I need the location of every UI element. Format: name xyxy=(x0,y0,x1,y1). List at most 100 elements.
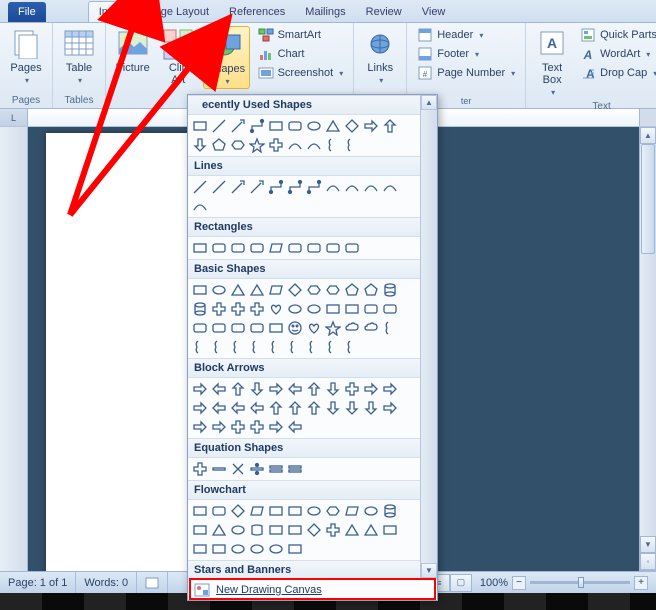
zoom-in-button[interactable]: + xyxy=(634,576,648,590)
shape-arrowR[interactable] xyxy=(381,399,399,417)
shape-oval[interactable] xyxy=(210,281,228,299)
shape-eq[interactable] xyxy=(267,460,285,478)
tab-references[interactable]: References xyxy=(219,2,295,22)
prev-page-button[interactable]: ◦ xyxy=(640,553,656,570)
shape-rect[interactable] xyxy=(210,540,228,558)
tab-mailings[interactable]: Mailings xyxy=(295,2,355,22)
shape-rect[interactable] xyxy=(381,521,399,539)
shape-arrowL[interactable] xyxy=(248,399,266,417)
shape-curve[interactable] xyxy=(343,178,361,196)
scroll-thumb[interactable] xyxy=(641,144,655,254)
shape-brace[interactable] xyxy=(305,338,323,356)
shape-arrowR[interactable] xyxy=(267,380,285,398)
shape-rect[interactable] xyxy=(267,319,285,337)
shape-rect[interactable] xyxy=(191,281,209,299)
tab-review[interactable]: Review xyxy=(356,2,412,22)
shape-curve[interactable] xyxy=(286,136,304,154)
shape-arrowD[interactable] xyxy=(324,399,342,417)
shape-line[interactable] xyxy=(191,178,209,196)
shape-hex[interactable] xyxy=(305,281,323,299)
shape-arrowR[interactable] xyxy=(191,399,209,417)
view-draft[interactable]: ▢ xyxy=(450,574,472,592)
shape-cloud[interactable] xyxy=(362,319,380,337)
shape-oval[interactable] xyxy=(305,300,323,318)
picture-button[interactable]: Picture xyxy=(112,26,153,76)
shape-plus[interactable] xyxy=(248,300,266,318)
shape-rect[interactable] xyxy=(191,502,209,520)
shape-oval[interactable] xyxy=(362,502,380,520)
shape-star[interactable] xyxy=(324,319,342,337)
shape-para[interactable] xyxy=(267,281,285,299)
shape-pent[interactable] xyxy=(210,136,228,154)
textbox-button[interactable]: A Text Box▾ xyxy=(532,26,572,99)
shape-para[interactable] xyxy=(267,239,285,257)
shape-arrowR[interactable] xyxy=(210,418,228,436)
vertical-scrollbar[interactable]: ▲ ▼ ◦ ◦ xyxy=(639,127,656,587)
shape-cloud[interactable] xyxy=(343,319,361,337)
shape-rrect[interactable] xyxy=(286,239,304,257)
shape-arrowL[interactable] xyxy=(210,399,228,417)
shape-arrowD[interactable] xyxy=(324,380,342,398)
shape-star[interactable] xyxy=(248,136,266,154)
shape-rrect[interactable] xyxy=(324,239,342,257)
shape-oval[interactable] xyxy=(267,540,285,558)
shape-para[interactable] xyxy=(343,502,361,520)
shape-arrowL[interactable] xyxy=(229,399,247,417)
shape-curve[interactable] xyxy=(305,136,323,154)
shape-curve[interactable] xyxy=(191,197,209,215)
shape-rrect[interactable] xyxy=(362,300,380,318)
header-button[interactable]: Header▾ xyxy=(413,26,519,44)
shape-heart[interactable] xyxy=(305,319,323,337)
shape-diamond[interactable] xyxy=(343,117,361,135)
shape-rect[interactable] xyxy=(286,521,304,539)
quickparts-button[interactable]: Quick Parts▾ xyxy=(576,26,656,44)
tab-page-layout[interactable]: Page Layout xyxy=(137,2,219,22)
shape-cyl[interactable] xyxy=(381,502,399,520)
shape-smile[interactable] xyxy=(286,319,304,337)
shape-rect[interactable] xyxy=(324,300,342,318)
shape-arrowU[interactable] xyxy=(381,117,399,135)
tab-view[interactable]: View xyxy=(412,2,456,22)
shape-hex[interactable] xyxy=(229,136,247,154)
shape-rrect[interactable] xyxy=(286,117,304,135)
shape-conn[interactable] xyxy=(267,178,285,196)
shape-rrect[interactable] xyxy=(381,300,399,318)
shape-heart[interactable] xyxy=(267,300,285,318)
shape-arrowline[interactable] xyxy=(229,178,247,196)
zoom-level[interactable]: 100% xyxy=(480,577,508,589)
pages-button[interactable]: Pages▾ xyxy=(6,26,46,87)
shape-plus[interactable] xyxy=(343,380,361,398)
shape-arrowU[interactable] xyxy=(267,399,285,417)
shapes-button[interactable]: Shapes▾ xyxy=(203,26,249,89)
shape-plus[interactable] xyxy=(210,300,228,318)
shape-plus[interactable] xyxy=(267,136,285,154)
shape-tri[interactable] xyxy=(343,521,361,539)
shape-arrowU[interactable] xyxy=(305,399,323,417)
shape-hex[interactable] xyxy=(324,281,342,299)
wordart-button[interactable]: AWordArt▾ xyxy=(576,45,656,63)
shape-brace[interactable] xyxy=(210,338,228,356)
shape-conn[interactable] xyxy=(248,117,266,135)
shape-brace[interactable] xyxy=(343,338,361,356)
shape-oval[interactable] xyxy=(248,540,266,558)
shape-brace[interactable] xyxy=(324,338,342,356)
shape-arrowL[interactable] xyxy=(210,380,228,398)
status-words[interactable]: Words: 0 xyxy=(76,572,137,593)
table-button[interactable]: Table▾ xyxy=(59,26,99,87)
shape-arrowR[interactable] xyxy=(191,380,209,398)
shape-curve[interactable] xyxy=(381,178,399,196)
shape-arrowD[interactable] xyxy=(248,380,266,398)
shape-rrect[interactable] xyxy=(191,319,209,337)
shape-line[interactable] xyxy=(210,178,228,196)
shape-brace[interactable] xyxy=(267,338,285,356)
shape-times[interactable] xyxy=(229,460,247,478)
chart-button[interactable]: Chart xyxy=(254,45,348,63)
shape-arrowL[interactable] xyxy=(286,418,304,436)
shape-plus[interactable] xyxy=(248,418,266,436)
shape-tri[interactable] xyxy=(229,281,247,299)
clipart-button[interactable]: Clip Art xyxy=(157,26,199,88)
gallery-scroll-down[interactable]: ▼ xyxy=(421,563,437,578)
shape-line[interactable] xyxy=(210,117,228,135)
shape-brace[interactable] xyxy=(324,136,342,154)
shape-arrowU[interactable] xyxy=(305,380,323,398)
